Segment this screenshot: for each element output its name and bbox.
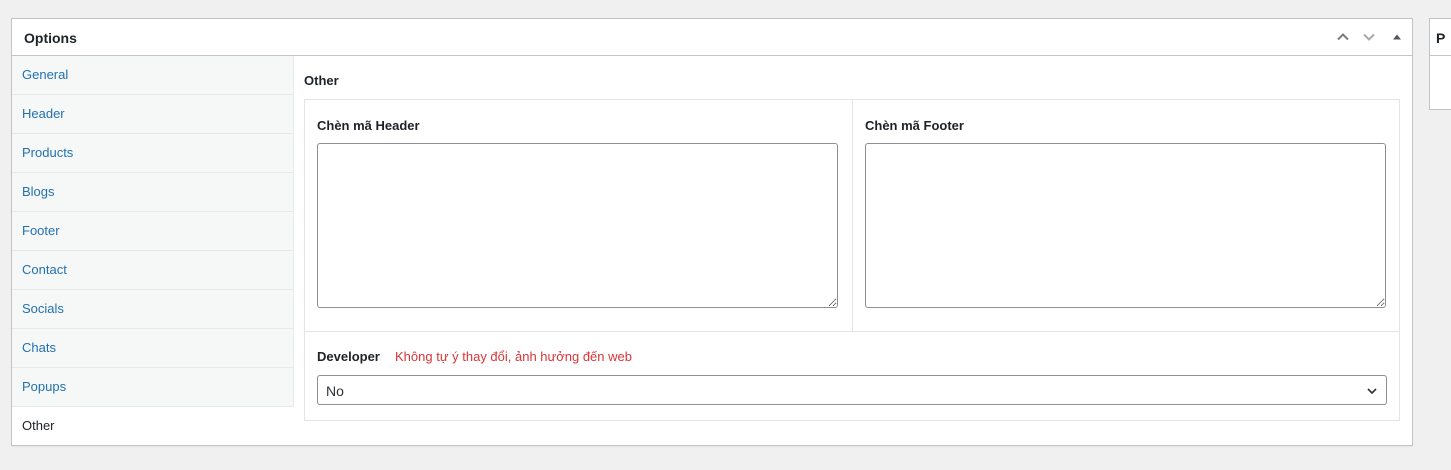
toggle-panel-button[interactable] [1382, 19, 1412, 55]
handle-actions [1330, 19, 1412, 55]
chevron-down-icon [1367, 388, 1377, 395]
footer-code-field: Chèn mã Footer [853, 100, 1399, 331]
header-code-field: Chèn mã Header [305, 100, 853, 331]
tab-blogs[interactable]: Blogs [12, 173, 293, 212]
options-tabs: General Header Products Blogs Footer Con… [12, 56, 304, 445]
header-code-textarea[interactable] [317, 143, 838, 308]
chevron-down-icon [1363, 33, 1375, 41]
developer-label: Developer [317, 349, 380, 364]
options-postbox: Options General Header Products Blogs Fo… [11, 18, 1413, 446]
tab-header[interactable]: Header [12, 95, 293, 134]
developer-warning: Không tự ý thay đổi, ảnh hưởng đến web [395, 349, 632, 364]
tab-footer[interactable]: Footer [12, 212, 293, 251]
side-postbox: P [1429, 18, 1451, 110]
section-title: Other [304, 73, 339, 88]
developer-select[interactable]: No [317, 375, 1387, 405]
side-postbox-title: P [1436, 30, 1446, 46]
chevron-up-icon [1337, 33, 1349, 41]
move-up-button[interactable] [1330, 19, 1356, 55]
footer-code-textarea[interactable] [865, 143, 1386, 308]
header-code-label: Chèn mã Header [317, 118, 420, 133]
fields-group: Chèn mã Header Chèn mã Footer Developer … [304, 99, 1400, 421]
postbox-header: Options [12, 19, 1412, 56]
developer-field: Developer Không tự ý thay đổi, ảnh hưởng… [305, 331, 1399, 421]
tab-chats[interactable]: Chats [12, 329, 293, 368]
caret-up-icon [1393, 34, 1401, 40]
tab-popups[interactable]: Popups [12, 368, 293, 407]
tab-general[interactable]: General [12, 56, 293, 95]
footer-code-label: Chèn mã Footer [865, 118, 964, 133]
side-postbox-header: P [1430, 19, 1451, 56]
move-down-button[interactable] [1356, 19, 1382, 55]
tab-contact[interactable]: Contact [12, 251, 293, 290]
tab-socials[interactable]: Socials [12, 290, 293, 329]
postbox-title: Options [24, 30, 77, 46]
tab-other[interactable]: Other [12, 407, 304, 445]
tab-products[interactable]: Products [12, 134, 293, 173]
developer-select-value: No [326, 383, 344, 399]
